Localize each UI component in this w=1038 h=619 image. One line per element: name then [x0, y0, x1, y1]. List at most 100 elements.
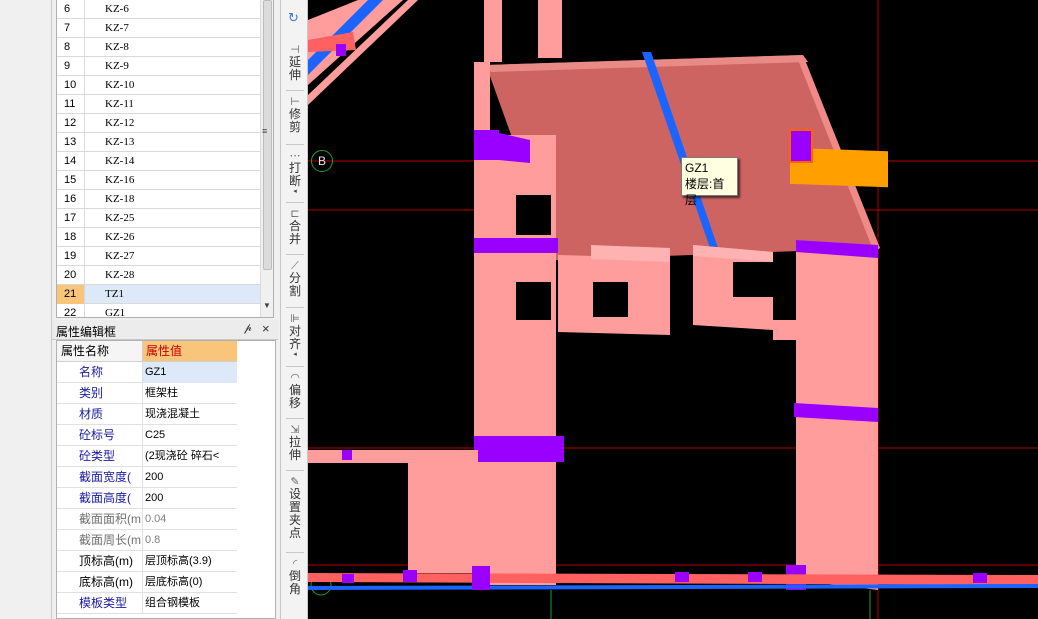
tool-grip-point[interactable]: ✎ 设置夹点 — [281, 476, 309, 540]
list-scrollbar[interactable]: ≡ ▼ — [260, 0, 273, 317]
tool-merge[interactable]: ⊏ 合并 — [281, 208, 309, 246]
list-item-name: KZ-16 — [105, 174, 135, 186]
property-row[interactable]: 截面宽度(200 — [57, 467, 237, 488]
property-row[interactable]: 材质 现浇混凝土 — [57, 404, 237, 425]
axis-bubble-b: B — [311, 150, 333, 172]
property-name: 截面面积(m — [57, 509, 143, 530]
tool-label: 倒角 — [288, 569, 301, 596]
property-row[interactable]: 名称 GZ1 — [57, 362, 237, 383]
hover-tooltip: GZ1 楼层:首层 — [681, 157, 738, 207]
list-item-name: KZ-25 — [105, 212, 135, 224]
list-item-number: 11 — [57, 95, 85, 114]
list-item[interactable]: 13 KZ-13 — [57, 133, 261, 152]
list-item-name: KZ-9 — [105, 60, 129, 72]
property-name: 类别 — [57, 383, 143, 404]
list-item-name: KZ-26 — [105, 231, 135, 243]
property-value[interactable]: 0.04 — [143, 509, 237, 530]
tool-offset[interactable]: ◠ 偏移 — [281, 372, 309, 410]
list-item-number: 14 — [57, 152, 85, 171]
list-item-number: 20 — [57, 266, 85, 285]
tool-chamfer[interactable]: ◜ 倒角 — [281, 558, 309, 596]
property-value[interactable]: GZ1 — [143, 362, 237, 383]
property-name: 截面高度( — [57, 488, 143, 509]
property-row[interactable]: 类别 框架柱 — [57, 383, 237, 404]
tool-break[interactable]: ⋯ 打断 ◂ — [281, 150, 309, 196]
upper-left-beams — [308, 0, 418, 105]
component-list: 6 KZ-6 7 KZ-7 8 KZ-8 9 KZ-9 10 KZ-10 11 KZ-11 12 KZ-1… — [56, 0, 274, 318]
list-item-number: 7 — [57, 19, 85, 38]
tool-label: 设置夹点 — [288, 487, 301, 540]
list-item-name: KZ-8 — [105, 41, 129, 53]
list-item-name: KZ-12 — [105, 117, 135, 129]
list-item[interactable]: 11 KZ-11 — [57, 95, 261, 114]
list-item[interactable]: 8 KZ-8 — [57, 38, 261, 57]
property-value[interactable]: 层顶标高(3.9) — [143, 551, 237, 572]
property-row[interactable]: 截面高度(200 — [57, 488, 237, 509]
property-name: 模板类型 — [57, 593, 143, 614]
list-item[interactable]: 6 KZ-6 — [57, 0, 261, 19]
property-row[interactable]: 底标高(m) 层底标高(0) — [57, 572, 237, 593]
property-row[interactable]: 砼标号 C25 — [57, 425, 237, 446]
tool-align[interactable]: ⊫ 对齐 ◂ — [281, 313, 309, 359]
list-item[interactable]: 14 KZ-14 — [57, 152, 261, 171]
property-row[interactable]: 截面周长(m 0.8 — [57, 530, 237, 551]
list-item[interactable]: 21 TZ1 — [57, 285, 261, 304]
tool-split[interactable]: ⟋ 分割 — [281, 260, 309, 298]
3d-viewport[interactable]: B GZ1 楼层:首层 — [308, 0, 1038, 619]
property-name: 截面宽度( — [57, 467, 143, 488]
list-item[interactable]: 9 KZ-9 — [57, 57, 261, 76]
tool-label: 对齐 — [288, 324, 301, 351]
tool-label: 合并 — [288, 219, 301, 246]
list-item[interactable]: 19 KZ-27 — [57, 247, 261, 266]
list-item-number: 12 — [57, 114, 85, 133]
refresh-icon[interactable]: ↻ — [288, 10, 299, 26]
property-value[interactable]: 现浇混凝土 — [143, 404, 237, 425]
property-value[interactable]: 组合钢模板 — [143, 593, 237, 614]
tool-trim[interactable]: ⊢ 修剪 — [281, 96, 309, 134]
list-item-name: KZ-11 — [105, 98, 134, 110]
tool-label: 延伸 — [288, 55, 301, 82]
list-item[interactable]: 22 GZ1 — [57, 304, 261, 317]
list-item[interactable]: 20 KZ-28 — [57, 266, 261, 285]
property-value[interactable]: 层底标高(0) — [143, 572, 237, 593]
property-name: 名称 — [57, 362, 143, 383]
property-row[interactable]: 顶标高(m) 层顶标高(3.9) — [57, 551, 237, 572]
list-item-number: 9 — [57, 57, 85, 76]
scroll-down-arrow-icon[interactable]: ▼ — [263, 301, 271, 310]
property-row[interactable]: 截面面积(m 0.04 — [57, 509, 237, 530]
list-item-number: 18 — [57, 228, 85, 247]
left-gutter — [0, 0, 52, 619]
toolbar-separator — [286, 254, 304, 255]
pin-icon[interactable]: 𝓅 — [244, 322, 252, 335]
list-item-number: 8 — [57, 38, 85, 57]
property-value[interactable]: 0.8 — [143, 530, 237, 551]
list-item-name: KZ-13 — [105, 136, 135, 148]
tool-stretch[interactable]: ⇲ 拉伸 — [281, 424, 309, 462]
property-value[interactable]: 200 — [143, 467, 237, 488]
close-icon[interactable]: × — [262, 321, 270, 336]
list-item[interactable]: 18 KZ-26 — [57, 228, 261, 247]
property-name: 底标高(m) — [57, 572, 143, 593]
list-item-number: 6 — [57, 0, 85, 19]
property-value[interactable]: 200 — [143, 488, 237, 509]
list-item[interactable]: 16 KZ-18 — [57, 190, 261, 209]
header-property-value: 属性值 — [143, 341, 237, 362]
scroll-grip-icon: ≡ — [262, 126, 268, 136]
model-drawing — [308, 0, 1038, 619]
list-item[interactable]: 7 KZ-7 — [57, 19, 261, 38]
tool-label: 偏移 — [288, 383, 301, 410]
property-name: 截面周长(m — [57, 530, 143, 551]
property-row[interactable]: 模板类型 组合钢模板 — [57, 593, 237, 614]
property-value[interactable]: 框架柱 — [143, 383, 237, 404]
property-value[interactable]: (2现浇砼 碎石< — [143, 446, 237, 467]
list-item[interactable]: 17 KZ-25 — [57, 209, 261, 228]
property-value[interactable]: C25 — [143, 425, 237, 446]
edit-toolbar: ↻ ⊣ 延伸 ⊢ 修剪 ⋯ 打断 ◂ ⊏ 合并 ⟋ 分割 ⊫ 对齐 ◂ ◠ 偏移 ⇲ 拉伸 ✎ 设置夹点 ◜ 倒角 — [280, 0, 308, 619]
property-row[interactable]: 砼类型 (2现浇砼 碎石< — [57, 446, 237, 467]
list-item[interactable]: 10 KZ-10 — [57, 76, 261, 95]
list-item-number: 19 — [57, 247, 85, 266]
list-item[interactable]: 15 KZ-16 — [57, 171, 261, 190]
tool-extend[interactable]: ⊣ 延伸 — [281, 44, 309, 82]
list-item-number: 16 — [57, 190, 85, 209]
list-item[interactable]: 12 KZ-12 — [57, 114, 261, 133]
